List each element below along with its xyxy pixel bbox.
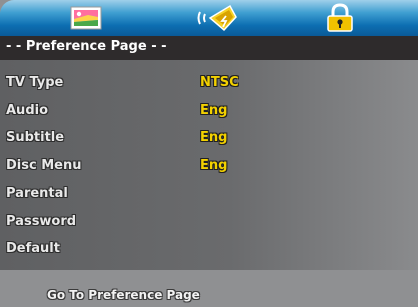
setup-tab-bar [0,0,418,36]
footer-hint: Go To Preference Page [47,288,200,302]
setting-label: Audio [6,103,49,118]
footer-hint-bar: Go To Preference Page [0,270,418,307]
tab-audio-setup[interactable] [196,3,240,33]
padlock-icon [327,3,353,32]
setting-row-disc-menu[interactable]: Disc Menu Eng [0,158,418,178]
tab-video-setup[interactable] [64,3,108,33]
setup-menu-panel: - - Preference Page - - TV Type NTSC Aud… [0,0,418,307]
setting-label: TV Type [6,75,64,90]
tab-preference-setup[interactable] [318,3,362,33]
setting-value: Eng [200,130,228,145]
page-header: - - Preference Page - - [0,36,418,60]
setting-row-password[interactable]: Password [0,214,418,234]
page-title: - - Preference Page - - [6,39,167,54]
setting-row-tv-type[interactable]: TV Type NTSC [0,75,418,95]
setting-row-subtitle[interactable]: Subtitle Eng [0,130,418,150]
setting-label: Disc Menu [6,158,82,173]
setting-label: Subtitle [6,130,65,145]
setting-row-parental[interactable]: Parental [0,186,418,206]
setting-row-audio[interactable]: Audio Eng [0,103,418,123]
setting-label: Default [6,241,60,256]
speaker-audio-icon [197,4,237,32]
settings-list: TV Type NTSC Audio Eng Subtitle Eng Disc… [0,60,418,270]
video-picture-icon [70,6,102,30]
setting-value: NTSC [200,75,239,90]
setting-label: Password [6,214,77,229]
setting-row-default[interactable]: Default [0,241,418,261]
setting-value: Eng [200,103,228,118]
setting-label: Parental [6,186,68,201]
setting-value: Eng [200,158,228,173]
